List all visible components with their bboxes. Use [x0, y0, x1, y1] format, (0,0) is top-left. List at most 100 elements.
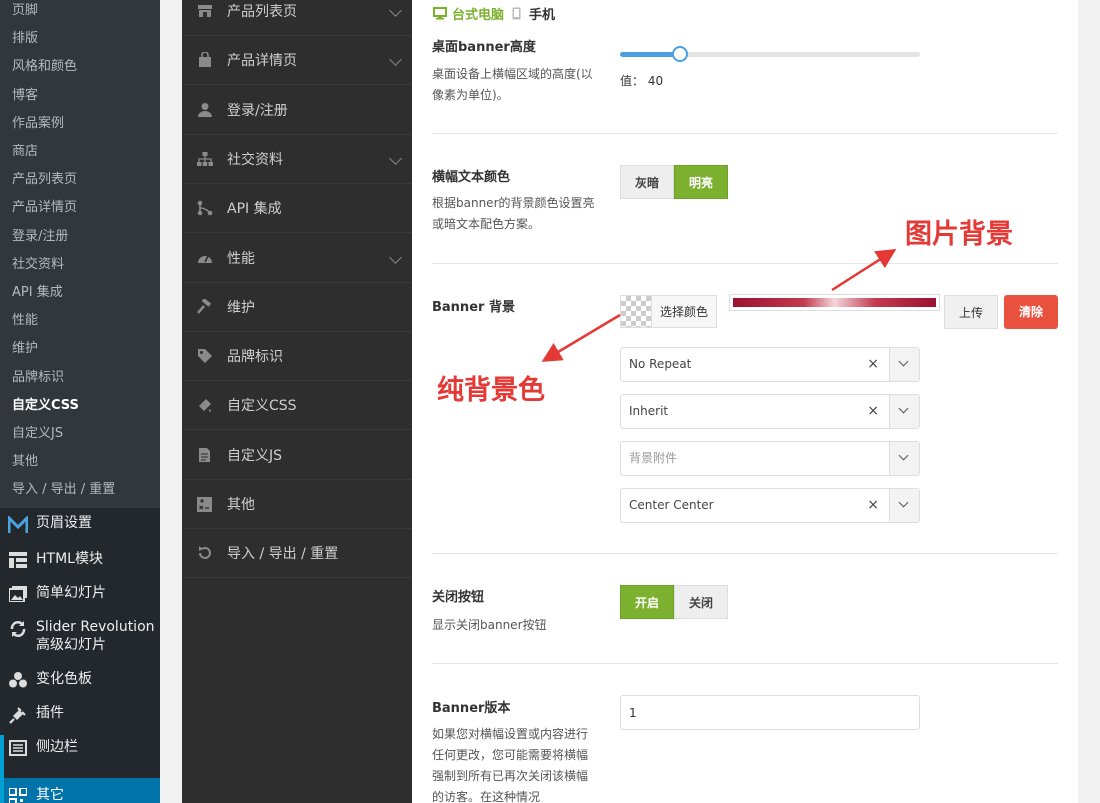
options-nav-item[interactable]: 产品列表页: [182, 0, 412, 36]
wp-menu-item[interactable]: 侧边栏: [0, 738, 160, 756]
options-nav-label: 登录/注册: [227, 102, 288, 119]
bg-repeat-select[interactable]: No Repeat ×: [620, 347, 920, 382]
select-value: Center Center: [629, 498, 714, 512]
submenu-item[interactable]: 维护: [12, 337, 38, 356]
wp-menu-label: 简单幻灯片: [36, 585, 106, 601]
submenu-item[interactable]: 导入 / 导出 / 重置: [12, 478, 115, 497]
submenu-item[interactable]: 作品案例: [12, 112, 64, 131]
device-mobile-label: 手机: [529, 8, 556, 23]
segment-button[interactable]: 灰暗: [620, 165, 675, 199]
submenu-item[interactable]: 产品列表页: [12, 168, 77, 187]
chevron-down-icon[interactable]: [889, 348, 919, 381]
color-swatch-icon: [0, 670, 36, 688]
sitemap-icon: [182, 151, 227, 166]
bg-attachment-select[interactable]: 背景附件: [620, 441, 920, 476]
chevron-down-icon[interactable]: [389, 250, 402, 264]
banner-bg-title: Banner 背景: [432, 300, 515, 315]
submenu-item[interactable]: 博客: [12, 84, 38, 103]
wp-menu-label: HTML模块: [36, 551, 103, 567]
chevron-down-icon[interactable]: [889, 442, 919, 475]
select-placeholder: 背景附件: [629, 451, 678, 465]
sidebar-icon: [0, 738, 36, 756]
device-desktop-toggle[interactable]: 台式电脑: [433, 4, 504, 23]
options-nav-label: 自定义CSS: [227, 398, 297, 415]
wp-menu-item[interactable]: 页眉设置: [0, 514, 160, 534]
options-nav-item[interactable]: 维护: [182, 283, 412, 332]
options-nav-label: 社交资料: [227, 151, 283, 168]
submenu-item[interactable]: 自定义CSS: [12, 394, 79, 413]
options-nav-item[interactable]: 性能: [182, 234, 412, 283]
submenu-item[interactable]: 性能: [12, 309, 38, 328]
clear-button[interactable]: 清除: [1004, 295, 1058, 329]
select-value: No Repeat: [629, 357, 692, 371]
chevron-down-icon[interactable]: [389, 4, 402, 17]
options-nav-item[interactable]: 社交资料: [182, 135, 412, 184]
options-nav-label: 品牌标识: [227, 349, 283, 366]
wp-menu-label: Slider Revolution 高级幻灯片: [36, 619, 155, 653]
reset-icon: [182, 545, 227, 561]
wp-menu-label: 其它: [36, 787, 64, 803]
bg-position-select[interactable]: Center Center ×: [620, 488, 920, 523]
submenu-item[interactable]: 风格和颜色: [12, 55, 77, 74]
options-nav-item[interactable]: 其他: [182, 480, 412, 529]
chevron-down-icon[interactable]: [389, 152, 402, 165]
submenu-item[interactable]: 商店: [12, 140, 38, 159]
segment-button[interactable]: 开启: [620, 585, 675, 619]
options-nav-item[interactable]: 品牌标识: [182, 332, 412, 382]
segment-button[interactable]: 关闭: [674, 585, 729, 619]
options-nav-item[interactable]: API 集成: [182, 184, 412, 234]
divider: [432, 263, 1058, 264]
submenu-item[interactable]: 品牌标识: [12, 366, 64, 385]
divider: [432, 133, 1058, 134]
clear-x-icon[interactable]: ×: [867, 395, 879, 428]
submenu-item[interactable]: 社交资料: [12, 253, 64, 272]
banner-version-input[interactable]: [620, 695, 920, 730]
upload-button[interactable]: 上传: [944, 295, 998, 329]
wp-menu-item[interactable]: 其它: [0, 778, 160, 803]
submenu-item[interactable]: 登录/注册: [12, 225, 68, 244]
chevron-down-icon[interactable]: [889, 395, 919, 428]
submenu-item[interactable]: API 集成: [12, 281, 63, 300]
wp-menu-item[interactable]: 变化色板: [0, 670, 160, 688]
submenu-item[interactable]: 页脚: [12, 0, 38, 18]
color-swatch-transparent[interactable]: [620, 295, 652, 328]
wp-menu-label: 插件: [36, 705, 64, 721]
options-nav-label: 导入 / 导出 / 重置: [227, 546, 339, 563]
m-logo-icon: [0, 514, 36, 534]
options-nav-label: API 集成: [227, 201, 282, 218]
banner-height-slider[interactable]: [620, 46, 920, 62]
grid-icon: [0, 550, 36, 568]
options-nav-item[interactable]: 自定义JS: [182, 431, 412, 480]
slider-handle[interactable]: [672, 46, 688, 62]
chevron-down-icon[interactable]: [889, 489, 919, 522]
options-nav-item[interactable]: 自定义CSS: [182, 381, 412, 431]
device-mobile-toggle[interactable]: 手机: [512, 4, 555, 23]
bg-size-select[interactable]: Inherit ×: [620, 394, 920, 429]
wp-menu-item[interactable]: HTML模块: [0, 550, 160, 568]
chevron-down-icon[interactable]: [389, 53, 402, 67]
clear-x-icon[interactable]: ×: [867, 348, 879, 381]
wp-menu-item[interactable]: Slider Revolution 高级幻灯片: [0, 618, 160, 654]
submenu-item[interactable]: 自定义JS: [12, 422, 63, 441]
desktop-icon: [433, 7, 447, 20]
options-nav-item[interactable]: 登录/注册: [182, 86, 412, 135]
submenu-item[interactable]: 产品详情页: [12, 196, 77, 215]
hammer-icon: [182, 298, 227, 315]
wp-menu-item[interactable]: 简单幻灯片: [0, 584, 160, 602]
options-nav-item[interactable]: 产品详情页: [182, 36, 412, 86]
clear-x-icon[interactable]: ×: [867, 489, 879, 522]
active-edge-marker: [0, 735, 4, 803]
images-icon: [0, 584, 36, 602]
options-nav-label: 维护: [227, 299, 255, 316]
segment-button[interactable]: 明亮: [674, 165, 729, 199]
submenu-item[interactable]: 其他: [12, 450, 38, 469]
slider-fill: [620, 52, 680, 57]
submenu-item[interactable]: 排版: [12, 27, 38, 46]
pick-color-button[interactable]: 选择颜色: [652, 295, 718, 328]
refresh-icon: [0, 618, 36, 638]
options-nav-label: 自定义JS: [227, 447, 283, 464]
wp-submenu: 页脚排版风格和颜色博客作品案例商店产品列表页产品详情页登录/注册社交资料 API …: [0, 0, 160, 508]
wp-menu-item[interactable]: 插件: [0, 704, 160, 724]
text-color-button-set: 灰暗 明亮: [620, 165, 729, 199]
options-nav-item[interactable]: 导入 / 导出 / 重置: [182, 529, 412, 579]
